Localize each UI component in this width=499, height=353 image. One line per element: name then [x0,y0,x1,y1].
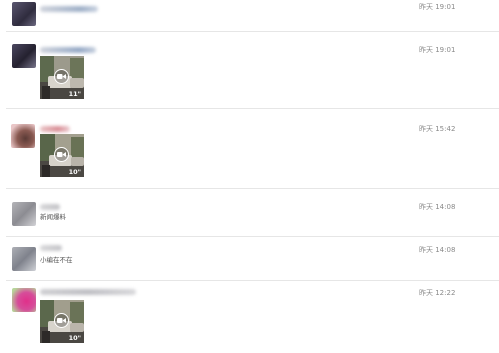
video-camera-icon [54,69,69,84]
avatar[interactable] [12,2,36,26]
sender-name-blurred [40,47,96,53]
avatar[interactable] [12,247,36,271]
video-duration: 10" [68,334,81,342]
message-time: 昨天 12:22 [419,289,456,297]
sender-name-blurred [40,245,62,251]
video-duration: 10" [68,168,81,176]
divider [6,31,499,32]
message-text: 小编在不在 [40,256,73,264]
video-camera-icon [54,313,69,328]
video-thumbnail[interactable]: 10" [40,300,84,343]
video-duration: 11" [68,90,81,98]
message-item[interactable]: 昨天 14:08 小编在不在 [0,242,499,279]
message-time: 昨天 15:42 [419,125,456,133]
message-item[interactable]: 昨天 19:01 11" [0,41,499,107]
sender-name-blurred [40,126,70,132]
message-time: 昨天 19:01 [419,46,456,54]
message-item[interactable]: 昨天 19:01 [0,0,499,30]
message-item[interactable]: 昨天 12:22 10" [0,284,499,353]
avatar[interactable] [11,124,35,148]
message-item[interactable]: 昨天 15:42 10" [0,118,499,186]
message-time: 昨天 14:08 [419,246,456,254]
video-thumbnail[interactable]: 10" [40,134,84,177]
message-item[interactable]: 昨天 14:08 新闻爆料 [0,197,499,234]
divider [6,188,499,189]
sender-name-blurred [40,204,60,210]
sender-name-blurred [40,289,136,295]
avatar[interactable] [12,288,36,312]
divider [6,236,499,237]
divider [6,108,499,109]
message-text: 新闻爆料 [40,213,66,221]
avatar[interactable] [12,202,36,226]
divider [6,280,499,281]
message-list: 昨天 19:01 昨天 19:01 11" 昨天 15:42 10" 昨天 14… [0,0,499,353]
avatar[interactable] [12,44,36,68]
message-time: 昨天 14:08 [419,203,456,211]
video-thumbnail[interactable]: 11" [40,56,84,99]
sender-name-blurred [40,6,98,12]
message-time: 昨天 19:01 [419,3,456,11]
video-camera-icon [54,147,69,162]
